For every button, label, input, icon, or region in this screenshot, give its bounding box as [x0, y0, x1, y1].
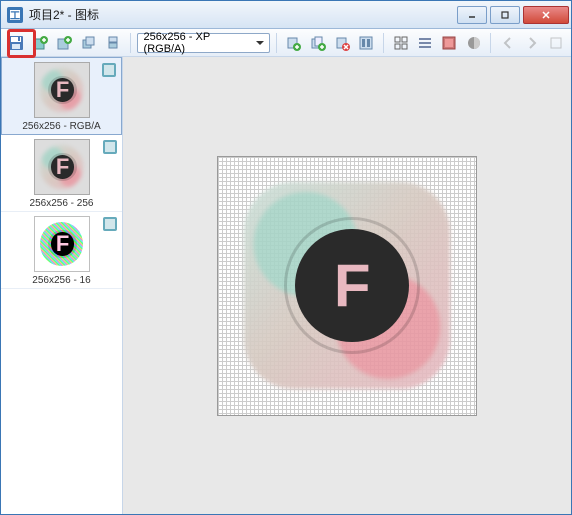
minimize-button[interactable] — [457, 6, 487, 24]
window-controls — [457, 6, 569, 24]
format-badge-icon — [103, 217, 117, 231]
copy-layers-button[interactable] — [78, 32, 99, 54]
format-thumbnail[interactable]: F 256x256 - RGB/A — [1, 57, 122, 135]
format-badge-icon — [102, 63, 116, 77]
format-label: 256x256 - RGB/A — [6, 121, 117, 132]
list-view-button[interactable] — [414, 32, 435, 54]
delete-button[interactable] — [331, 32, 352, 54]
toolbar: 256x256 - XP (RGB/A) — [1, 29, 571, 57]
size-format-value: 256x256 - XP (RGB/A) — [144, 31, 251, 55]
close-button[interactable] — [523, 6, 569, 24]
app-icon: 工 — [7, 7, 23, 23]
titlebar: 工 项目2* - 图标 — [1, 1, 571, 29]
add-layer-button[interactable] — [29, 32, 50, 54]
content-area: F 256x256 - RGB/A F 256x256 - 256 F 256x… — [1, 57, 571, 514]
format-sidebar: F 256x256 - RGB/A F 256x256 - 256 F 256x… — [1, 57, 123, 514]
canvas-area[interactable]: F — [123, 57, 571, 514]
gray-view-button[interactable] — [463, 32, 484, 54]
format-badge-icon — [103, 140, 117, 154]
format-thumbnail[interactable]: F 256x256 - 256 — [1, 135, 122, 212]
properties-button[interactable] — [356, 32, 377, 54]
next-button[interactable] — [521, 32, 542, 54]
maximize-button[interactable] — [490, 6, 520, 24]
separator — [130, 33, 131, 53]
size-format-dropdown[interactable]: 256x256 - XP (RGB/A) — [137, 33, 270, 53]
format-label: 256x256 - 16 — [5, 275, 118, 286]
svg-text:工: 工 — [10, 11, 20, 22]
separator — [383, 33, 384, 53]
prev-button[interactable] — [497, 32, 518, 54]
tile-view-button[interactable] — [439, 32, 460, 54]
add-image-button[interactable] — [54, 32, 75, 54]
stack-layers-button[interactable] — [102, 32, 123, 54]
grid-view-button[interactable] — [390, 32, 411, 54]
separator — [490, 33, 491, 53]
format-label: 256x256 - 256 — [5, 198, 118, 209]
separator — [276, 33, 277, 53]
save-button[interactable] — [5, 32, 26, 54]
expand-button[interactable] — [546, 32, 567, 54]
import-all-button[interactable] — [307, 32, 328, 54]
app-window: 工 项目2* - 图标 256x256 - XP (RGB/A) — [0, 0, 572, 515]
import-button[interactable] — [283, 32, 304, 54]
format-thumbnail[interactable]: F 256x256 - 16 — [1, 212, 122, 289]
window-title: 项目2* - 图标 — [29, 6, 457, 23]
icon-preview: F — [217, 156, 477, 416]
